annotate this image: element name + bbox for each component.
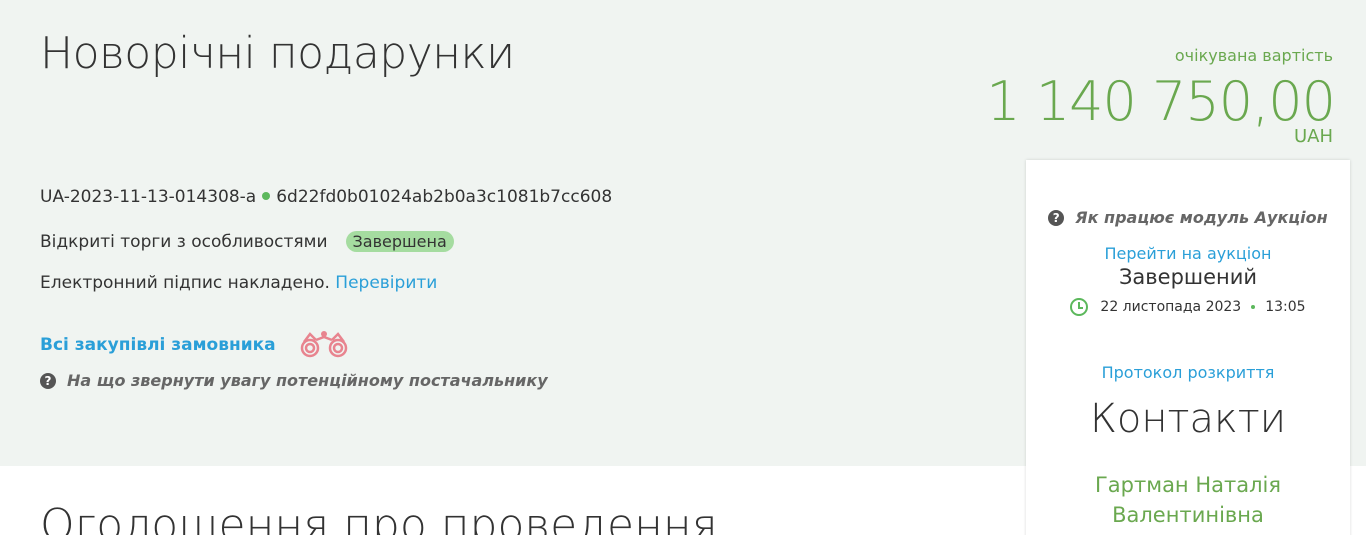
tender-hash: 6d22fd0b01024ab2b0a3c1081b7cc608 xyxy=(276,187,613,207)
clock-icon xyxy=(1070,298,1089,316)
expected-value-amount: 1 140 750,00 xyxy=(986,70,1336,133)
question-circle-icon: ? xyxy=(40,372,56,389)
tender-id: UA-2023-11-13-014308-a xyxy=(40,187,257,207)
signature-text: Електронний підпис накладено. xyxy=(40,273,330,293)
auction-time: 13:05 xyxy=(1265,299,1306,315)
tender-identifiers: UA-2023-11-13-014308-a 6d22fd0b01024ab2b0… xyxy=(40,187,612,207)
signature-row: Електронний підпис накладено. Перевірити xyxy=(40,273,437,293)
separator-dot-icon xyxy=(262,192,271,200)
supplier-hint-row[interactable]: ? На що звернути увагу потенційному пост… xyxy=(40,371,548,390)
separator-dot-icon xyxy=(1251,305,1256,309)
contacts-title: Контакти xyxy=(1089,396,1287,442)
go-to-auction-link[interactable]: Перейти на аукціон xyxy=(1026,244,1350,263)
auction-status: Завершений xyxy=(1118,265,1258,289)
announcement-section-title: Оголошення про проведення xyxy=(40,500,718,535)
supplier-hint-text: На що звернути увагу потенційному постач… xyxy=(67,371,548,390)
auction-date: 22 листопада 2023 xyxy=(1100,299,1242,315)
auction-hint-row[interactable]: ? Як працює модуль Аукціон xyxy=(1026,208,1350,227)
page-title: Новорічні подарунки xyxy=(40,28,515,79)
binoculars-icon[interactable] xyxy=(298,330,350,360)
expected-value-label: очікувана вартість xyxy=(1174,46,1333,65)
auction-hint-text: Як працює модуль Аукціон xyxy=(1075,208,1328,227)
expected-value-currency: UAH xyxy=(1293,126,1333,147)
contact-person-name: Гартман Наталія Валентинівна xyxy=(1094,473,1281,527)
verify-signature-link[interactable]: Перевірити xyxy=(335,273,437,293)
buyer-row: Всі закупівлі замовника xyxy=(40,330,350,360)
disclosure-protocol-link[interactable]: Протокол розкриття xyxy=(1026,363,1350,382)
question-circle-icon: ? xyxy=(1048,209,1065,226)
all-buyer-tenders-link[interactable]: Всі закупівлі замовника xyxy=(40,335,276,355)
status-badge: Завершена xyxy=(345,231,454,252)
procedure-row: Відкриті торги з особливостями Завершена xyxy=(40,231,454,252)
auction-datetime: 22 листопада 2023 13:05 xyxy=(1026,298,1350,316)
auction-contacts-panel: ? Як працює модуль Аукціон Перейти на ау… xyxy=(1026,160,1350,535)
procedure-type: Відкриті торги з особливостями xyxy=(40,231,328,252)
